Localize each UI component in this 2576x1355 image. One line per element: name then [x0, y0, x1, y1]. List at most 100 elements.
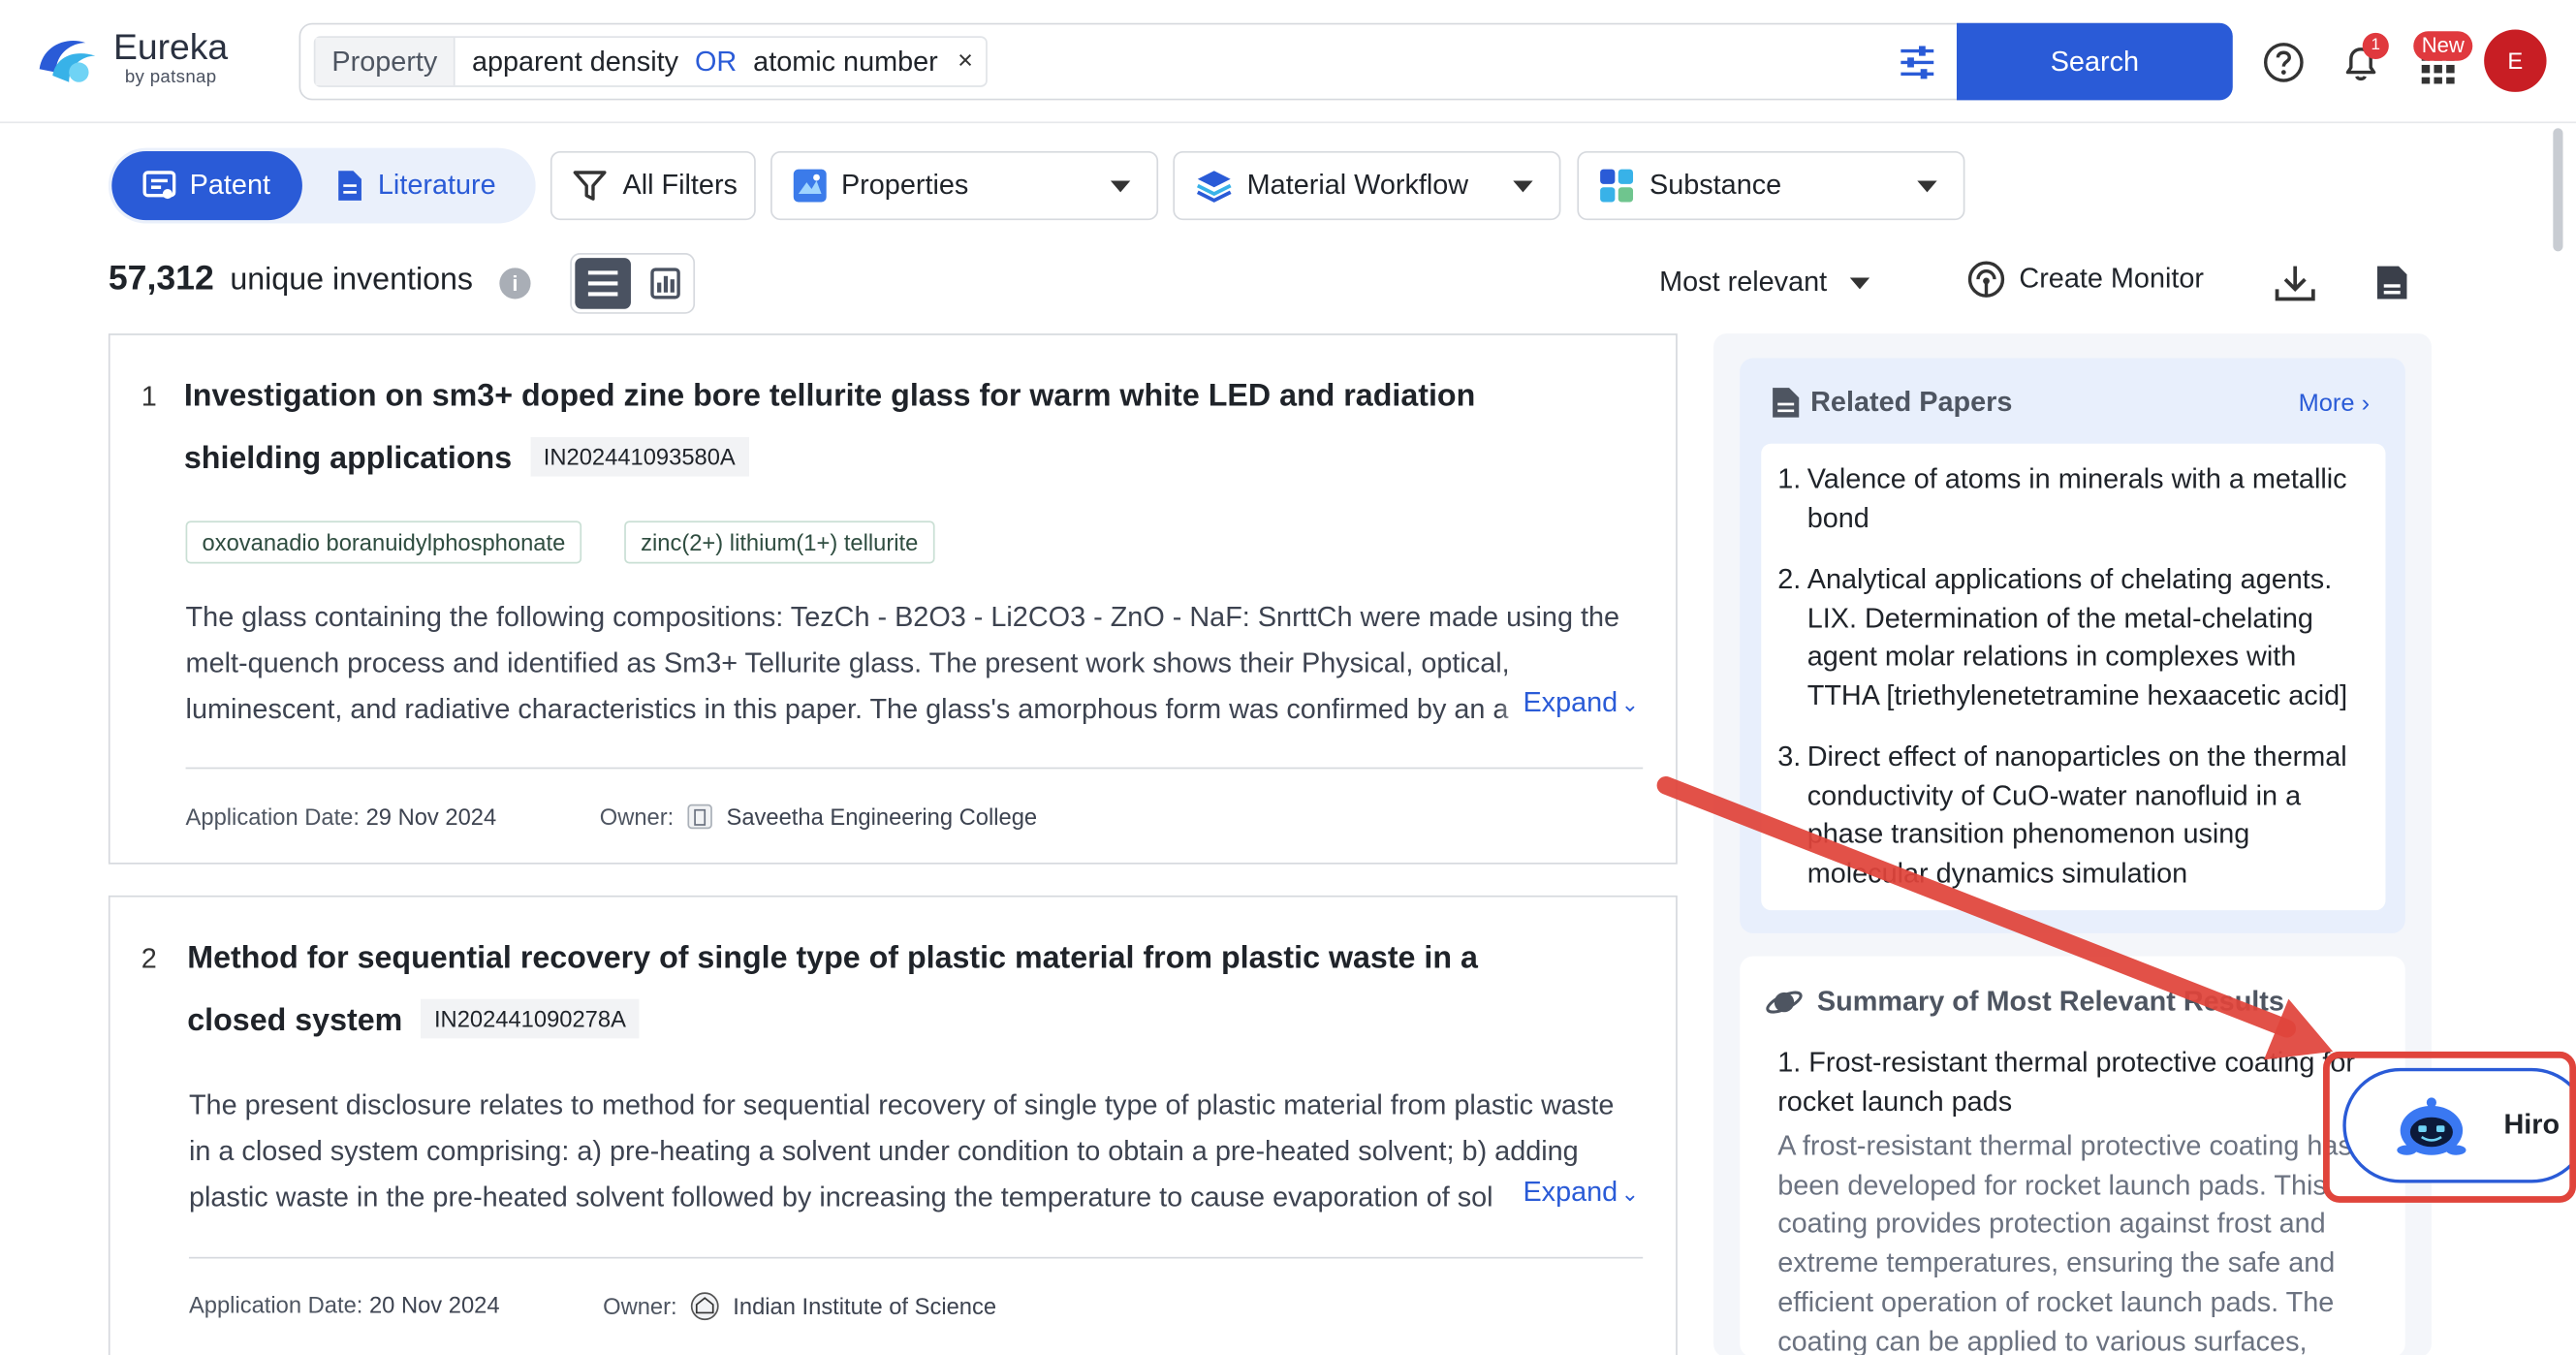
chevron-double-down-icon: ⌄ [1621, 1182, 1639, 1206]
owner: Owner: Saveetha Engineering College [600, 804, 1037, 830]
owner-value[interactable]: Indian Institute of Science [733, 1293, 996, 1319]
summary-title: Summary of Most Relevant Results [1817, 986, 2284, 1019]
chevron-down-icon [1111, 180, 1130, 192]
result-abstract: The glass containing the following compo… [186, 595, 1656, 733]
paper-title: Valence of atoms in minerals with a meta… [1807, 460, 2370, 538]
substance-dropdown[interactable]: Substance [1577, 151, 1964, 220]
notification-count-badge: 1 [2363, 33, 2389, 59]
result-title-line2: shielding applications [184, 442, 512, 477]
literature-icon [335, 170, 365, 203]
material-workflow-dropdown[interactable]: Material Workflow [1173, 151, 1560, 220]
building-icon [687, 804, 713, 830]
properties-dropdown[interactable]: Properties [770, 151, 1158, 220]
chevron-down-icon [1917, 180, 1936, 192]
tab-literature[interactable]: Literature [335, 151, 526, 220]
logo-text: Eureka [113, 26, 228, 69]
item-number: 1. [1777, 460, 1807, 538]
search-button[interactable]: Search [1957, 23, 2233, 101]
abstract-line: plastic waste in the pre-heated solvent … [189, 1175, 1520, 1220]
create-monitor-button[interactable]: Create Monitor [1966, 260, 2204, 299]
eureka-logo[interactable]: Eureka by patsnap [36, 30, 249, 96]
related-papers-list: 1.Valence of atoms in minerals with a me… [1777, 460, 2369, 916]
result-title[interactable]: Investigation on sm3+ doped zine bore te… [184, 366, 1630, 491]
all-filters-label: All Filters [622, 170, 738, 203]
chevron-double-down-icon: ⌄ [1621, 692, 1639, 716]
date-label: Application Date: [186, 804, 360, 830]
owner-value[interactable]: Saveetha Engineering College [726, 804, 1037, 830]
page-scrollbar[interactable] [2553, 128, 2562, 251]
owner-label: Owner: [600, 804, 674, 830]
info-icon[interactable]: i [499, 268, 530, 299]
patent-icon [143, 170, 176, 203]
paper-title: Direct effect of nanoparticles on the th… [1807, 738, 2370, 892]
highlight-box [2323, 1052, 2576, 1203]
bar-chart-icon [638, 258, 694, 309]
substance-tag[interactable]: oxovanadio boranuidylphosphonate [186, 520, 582, 563]
query-operator: OR [678, 46, 753, 79]
related-papers-heading: Related Papers [1771, 386, 2012, 419]
institute-logo-icon [690, 1291, 720, 1321]
properties-label: Properties [841, 170, 968, 203]
view-toggle [570, 253, 695, 314]
chip-field-label: Property [315, 38, 456, 85]
date-label: Application Date: [189, 1291, 362, 1317]
create-monitor-label: Create Monitor [2019, 263, 2204, 296]
abstract-line: in a closed system comprising: a) pre-he… [189, 1129, 1659, 1175]
properties-icon [792, 168, 828, 204]
expand-label: Expand [1523, 687, 1618, 718]
list-item[interactable]: 3.Direct effect of nanoparticles on the … [1777, 738, 2369, 892]
result-abstract: The present disclosure relates to method… [189, 1083, 1659, 1220]
tab-patent-label: Patent [190, 170, 270, 203]
monitor-radar-icon [1966, 260, 2006, 299]
advanced-filter-icon[interactable] [1898, 45, 1937, 80]
tab-patent[interactable]: Patent [111, 151, 302, 220]
application-date: Application Date: 29 Nov 2024 [186, 804, 497, 830]
help-icon[interactable] [2261, 40, 2307, 85]
abstract-line: luminescent, and radiative characteristi… [186, 687, 1517, 733]
new-badge: New [2413, 31, 2472, 61]
sort-dropdown[interactable]: Most relevant [1659, 267, 1827, 299]
application-date: Application Date: 20 Nov 2024 [189, 1291, 500, 1317]
divider [186, 768, 1644, 770]
abstract-line: The glass containing the following compo… [186, 595, 1656, 641]
list-view-button[interactable] [575, 258, 631, 309]
owner-label: Owner: [603, 1293, 676, 1319]
abstract-line: melt-quench process and identified as Sm… [186, 641, 1656, 686]
publication-number: IN202441093580A [530, 437, 748, 477]
publication-number: IN202441090278A [421, 999, 639, 1039]
search-box[interactable]: Property apparent density OR atomic numb… [299, 23, 2232, 101]
expand-link[interactable]: Expand⌄ [1500, 1177, 1639, 1210]
sort-chevron-down-icon[interactable] [1850, 277, 1869, 289]
chevron-right-icon: › [2362, 390, 2370, 418]
item-number: 2. [1777, 560, 1807, 714]
list-item[interactable]: 2.Analytical applications of chelating a… [1777, 560, 2369, 714]
result-count-label: unique inventions [230, 263, 473, 299]
chart-view-button[interactable] [638, 258, 694, 309]
substance-icon [1598, 168, 1634, 204]
more-link[interactable]: More › [2299, 390, 2371, 418]
eureka-logo-icon [36, 33, 105, 89]
expand-label: Expand [1523, 1177, 1618, 1208]
funnel-icon [572, 170, 608, 203]
query-chip[interactable]: Property apparent density OR atomic numb… [314, 36, 988, 87]
substance-tag[interactable]: zinc(2+) lithium(1+) tellurite [624, 520, 934, 563]
result-rank: 2 [141, 943, 157, 976]
source-segment: Patent Literature [109, 148, 536, 224]
download-icon[interactable] [2274, 263, 2316, 302]
abstract-line: The present disclosure relates to method… [189, 1083, 1659, 1128]
query-term-1: apparent density [456, 46, 678, 79]
summary-item-title[interactable]: 1. Frost-resistant thermal protective co… [1777, 1043, 2369, 1120]
all-filters-button[interactable]: All Filters [550, 151, 756, 220]
summary-heading: Summary of Most Relevant Results [1765, 986, 2284, 1019]
top-header: Eureka by patsnap Property apparent dens… [0, 0, 2576, 123]
list-item[interactable]: 1.Valence of atoms in minerals with a me… [1777, 460, 2369, 538]
expand-link[interactable]: Expand⌄ [1500, 687, 1639, 720]
remove-chip-icon[interactable]: × [958, 47, 973, 77]
user-avatar[interactable]: E [2484, 30, 2546, 92]
query-term-2: atomic number [753, 46, 938, 79]
result-title[interactable]: Method for sequential recovery of single… [187, 929, 1633, 1054]
divider [189, 1257, 1643, 1259]
date-value: 20 Nov 2024 [369, 1291, 500, 1317]
save-document-icon[interactable] [2374, 263, 2410, 302]
planet-icon [1765, 986, 1805, 1019]
